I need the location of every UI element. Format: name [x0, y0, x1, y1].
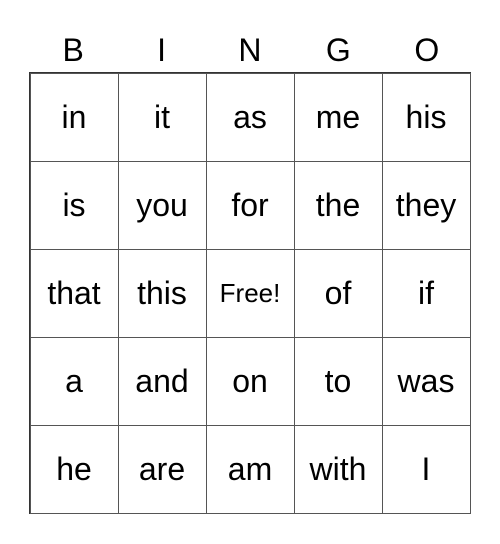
- bingo-cell[interactable]: that: [29, 248, 119, 338]
- bingo-cell[interactable]: are: [117, 424, 207, 514]
- free-space-cell[interactable]: Free!: [205, 248, 295, 338]
- bingo-cell[interactable]: is: [29, 160, 119, 250]
- bingo-cell[interactable]: a: [29, 336, 119, 426]
- bingo-cell[interactable]: he: [29, 424, 119, 514]
- bingo-cell[interactable]: if: [381, 248, 471, 338]
- bingo-cell[interactable]: me: [293, 72, 383, 162]
- bingo-cell[interactable]: you: [117, 160, 207, 250]
- bingo-cell[interactable]: this: [117, 248, 207, 338]
- header-letter: G: [325, 32, 351, 68]
- bingo-cell[interactable]: and: [117, 336, 207, 426]
- bingo-cell[interactable]: as: [205, 72, 295, 162]
- bingo-grid: in it as me his is you for the they that this Free! o…: [29, 72, 471, 514]
- header-letter: N: [238, 32, 262, 68]
- header-letter: O: [414, 32, 440, 68]
- bingo-cell[interactable]: am: [205, 424, 295, 514]
- bingo-cell[interactable]: to: [293, 336, 383, 426]
- bingo-cell[interactable]: they: [381, 160, 471, 250]
- bingo-cell[interactable]: for: [205, 160, 295, 250]
- bingo-cell[interactable]: of: [293, 248, 383, 338]
- header-letter: I: [157, 32, 167, 68]
- bingo-cell[interactable]: it: [117, 72, 207, 162]
- bingo-cell[interactable]: his: [381, 72, 471, 162]
- bingo-header: B I N G O: [29, 28, 471, 72]
- bingo-cell[interactable]: on: [205, 336, 295, 426]
- bingo-cell[interactable]: was: [381, 336, 471, 426]
- bingo-cell[interactable]: with: [293, 424, 383, 514]
- header-letter: B: [62, 32, 84, 68]
- bingo-cell[interactable]: the: [293, 160, 383, 250]
- bingo-cell[interactable]: I: [381, 424, 471, 514]
- bingo-cell[interactable]: in: [29, 72, 119, 162]
